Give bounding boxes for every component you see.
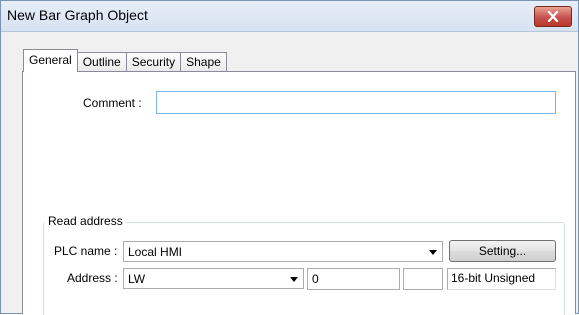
address-label: Address : (67, 271, 118, 285)
plc-name-value: Local HMI (128, 245, 183, 259)
tab-general[interactable]: General (23, 49, 78, 72)
dialog-body: General Outline Security Shape Comment :… (9, 37, 576, 315)
window-title: New Bar Graph Object (7, 7, 148, 23)
device-type-value: LW (128, 272, 146, 286)
data-format-field: 16-bit Unsigned (447, 268, 556, 290)
close-button[interactable] (534, 6, 572, 27)
chevron-down-icon (290, 277, 298, 282)
plc-name-select[interactable]: Local HMI (123, 241, 443, 262)
general-panel: Comment : Read address PLC name : Local … (22, 71, 576, 315)
title-bar[interactable]: New Bar Graph Object (1, 1, 578, 32)
comment-label: Comment : (83, 96, 142, 110)
tab-security[interactable]: Security (125, 52, 182, 72)
comment-input[interactable] (156, 91, 556, 114)
read-address-group-label: Read address (45, 214, 126, 228)
tab-strip: General Outline Security Shape (23, 49, 227, 72)
close-icon (547, 11, 559, 22)
address-input[interactable]: 0 (307, 268, 400, 290)
device-type-select[interactable]: LW (123, 268, 304, 289)
dialog-window: New Bar Graph Object General Outline Sec… (0, 0, 579, 315)
address-index-input[interactable] (403, 268, 443, 290)
tab-outline[interactable]: Outline (76, 52, 127, 72)
tab-shape[interactable]: Shape (180, 52, 227, 72)
setting-button[interactable]: Setting... (449, 240, 556, 262)
plc-name-label: PLC name : (54, 244, 118, 258)
chevron-down-icon (429, 250, 437, 255)
